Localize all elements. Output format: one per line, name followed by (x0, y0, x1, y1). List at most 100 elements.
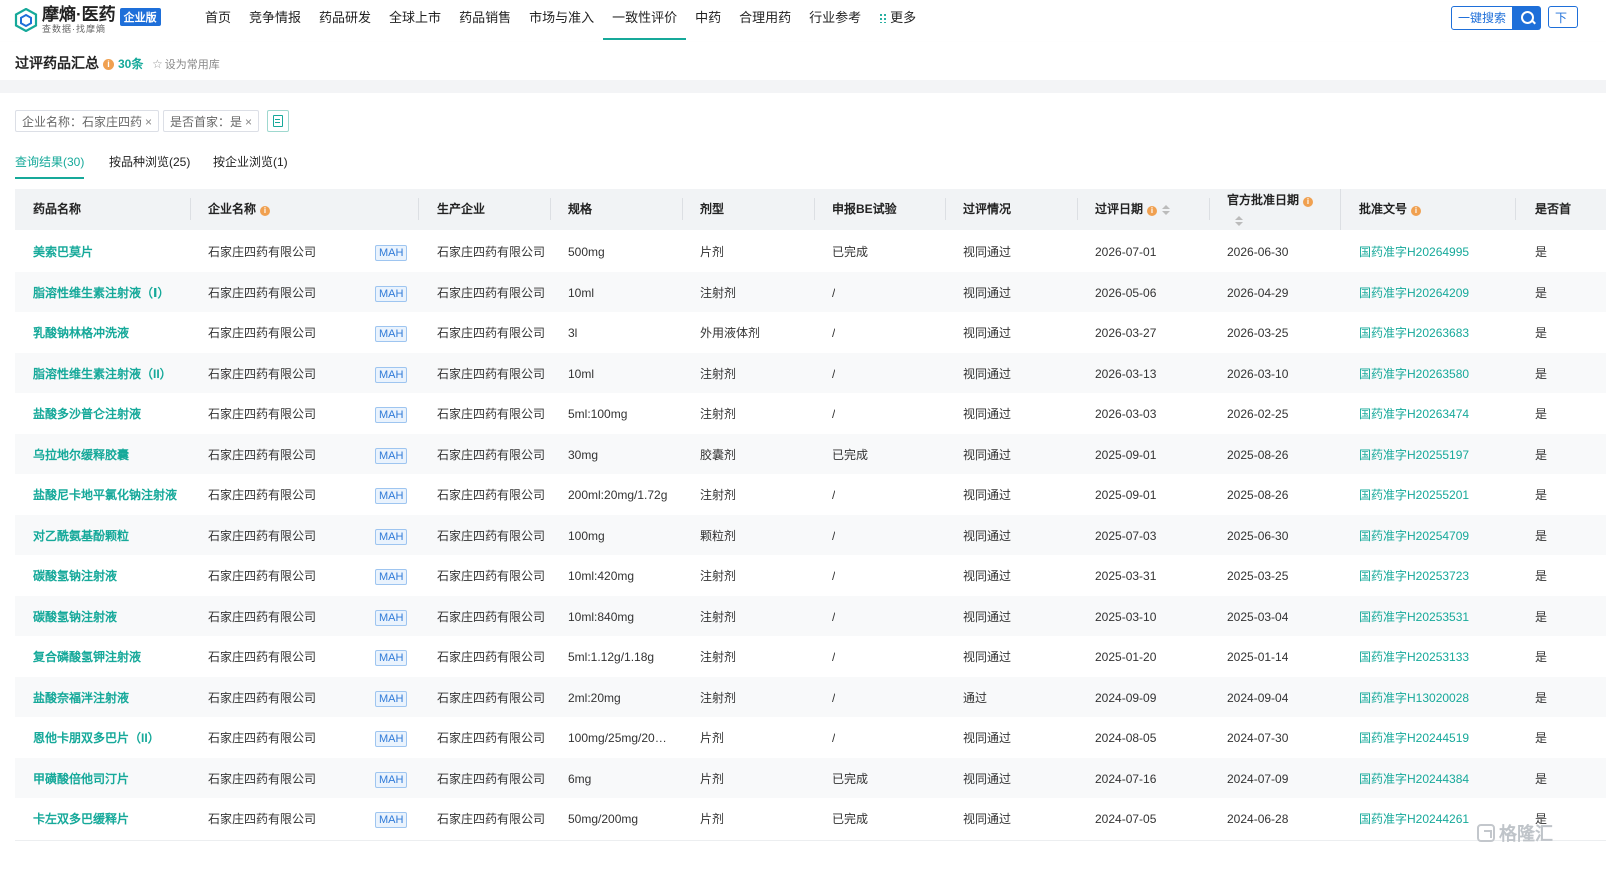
column-divider[interactable] (1209, 198, 1210, 220)
cell-drug-name[interactable]: 脂溶性维生素注射液（II） (33, 353, 172, 394)
column-divider[interactable] (945, 198, 946, 220)
info-icon[interactable]: i (260, 206, 271, 216)
cell-is-first: 是 (1535, 245, 1548, 259)
column-header-status[interactable]: 过评情况 (963, 189, 1011, 230)
table-row[interactable]: 恩他卡朋双多巴片（II） 石家庄四药有限公司 石家庄四药有限公司 100mg/25mg… (15, 717, 1606, 758)
sort-icon[interactable] (1162, 204, 1171, 216)
cell-drug-name[interactable]: 乌拉地尔缓释胶囊 (33, 434, 129, 475)
table-row[interactable]: 对乙酰氨基酚颗粒 石家庄四药有限公司 石家庄四药有限公司 100mg 颗粒剂 / 视同通过 2… (15, 514, 1606, 556)
table-row[interactable]: 脂溶性维生素注射液（Ⅰ） 石家庄四药有限公司 石家庄四药有限公司 10ml 注射剂 / 视同… (15, 271, 1606, 313)
table-row[interactable]: 盐酸多沙普仑注射液 石家庄四药有限公司 石家庄四药有限公司 5ml:100mg 注射剂 /… (15, 393, 1606, 434)
set-favorite-button[interactable]: ☆ 设为常用库 (152, 56, 220, 72)
table-row[interactable]: 乌拉地尔缓释胶囊 石家庄四药有限公司 石家庄四药有限公司 30mg 胶囊剂 已完成 视同通过… (15, 433, 1606, 475)
info-icon[interactable]: i (1411, 206, 1422, 216)
cell-approval-no[interactable]: 国药准字H20264209 (1359, 272, 1469, 313)
table-row[interactable]: 碳酸氢钠注射液 石家庄四药有限公司 石家庄四药有限公司 10ml:420mg 注射剂 / 视… (15, 555, 1606, 596)
column-header-pass-date[interactable]: 过评日期 i (1095, 189, 1171, 230)
cell-drug-name[interactable]: 卡左双多巴缓释片 (33, 798, 129, 839)
nav-item-rnd[interactable]: 药品研发 (310, 0, 380, 40)
cell-approval-no[interactable]: 国药准字H20264995 (1359, 231, 1469, 272)
cell-approval-no[interactable]: 国药准字H20263683 (1359, 312, 1469, 353)
nav-item-market-access[interactable]: 市场与准入 (520, 0, 603, 40)
nav-item-global-launch[interactable]: 全球上市 (380, 0, 450, 40)
filter-tag-company[interactable]: 企业名称：石家庄四药 × (15, 110, 160, 132)
nav-item-consistency-eval[interactable]: 一致性评价 (603, 0, 687, 40)
cell-approval-no[interactable]: 国药准字H20263580 (1359, 353, 1469, 394)
cell-drug-name[interactable]: 对乙酰氨基酚颗粒 (33, 515, 129, 556)
column-header-approve-date[interactable]: 官方批准日期 i (1227, 190, 1314, 231)
cell-approval-no[interactable]: 国药准字H20255197 (1359, 434, 1469, 475)
tab-by-company[interactable]: 按企业浏览(1) (213, 154, 288, 177)
cell-approval-no[interactable]: 国药准字H20244384 (1359, 758, 1469, 799)
column-header-maker[interactable]: 生产企业 (437, 189, 485, 230)
cell-approval-no[interactable]: 国药准字H20253133 (1359, 636, 1469, 677)
cell-spec: 10ml (568, 366, 595, 381)
tab-by-variety[interactable]: 按品种浏览(25) (109, 154, 190, 177)
table-row[interactable]: 碳酸氢钠注射液 石家庄四药有限公司 石家庄四药有限公司 10ml:840mg 注射剂 / 视… (15, 595, 1606, 637)
cell-approval-no[interactable]: 国药准字H20253723 (1359, 555, 1469, 596)
column-header-first[interactable]: 是否首 (1535, 189, 1571, 230)
sort-icon[interactable] (1235, 215, 1243, 227)
cell-drug-name[interactable]: 盐酸多沙普仑注射液 (33, 393, 141, 434)
nav-item-sales[interactable]: 药品销售 (450, 0, 520, 40)
column-divider[interactable] (1077, 198, 1078, 220)
nav-item-tcm[interactable]: 中药 (686, 0, 730, 40)
cell-approval-no[interactable]: 国药准字H13020028 (1359, 677, 1469, 718)
search-icon[interactable] (1513, 6, 1541, 30)
column-divider[interactable] (814, 198, 815, 220)
table-row[interactable]: 复合磷酸氢钾注射液 石家庄四药有限公司 石家庄四药有限公司 5ml:1.12g/1.1… (15, 636, 1606, 677)
brand-logo[interactable]: 摩熵·医药 查数据·找摩熵 企业版 (14, 4, 161, 36)
table-row[interactable]: 乳酸钠林格冲洗液 石家庄四药有限公司 石家庄四药有限公司 3l 外用液体剂 / 视同通过 20… (15, 312, 1606, 353)
column-header-drug[interactable]: 药品名称 (33, 189, 81, 230)
cell-drug-name[interactable]: 乳酸钠林格冲洗液 (33, 312, 129, 353)
table-row[interactable]: 甲磺酸倍他司汀片 石家庄四药有限公司 石家庄四药有限公司 6mg 片剂 已完成 视同通过 20… (15, 757, 1606, 799)
close-icon[interactable]: × (145, 115, 152, 129)
nav-item-competition[interactable]: 竞争情报 (240, 0, 310, 40)
column-divider[interactable] (1515, 198, 1516, 220)
cell-drug-name[interactable]: 恩他卡朋双多巴片（II） (33, 717, 160, 758)
cell-approval-no[interactable]: 国药准字H20253531 (1359, 596, 1469, 637)
table-row[interactable]: 美索巴莫片 石家庄四药有限公司 石家庄四药有限公司 500mg 片剂 已完成 视同通过 202… (15, 231, 1606, 272)
cell-form: 注射剂 (700, 609, 737, 624)
column-divider[interactable] (682, 198, 683, 220)
column-header-be[interactable]: 申报BE试验 (832, 189, 897, 230)
table-row[interactable]: 卡左双多巴缓释片 石家庄四药有限公司 石家庄四药有限公司 50mg/200mg 片剂 已完… (15, 798, 1606, 839)
nav-item-home[interactable]: 首页 (205, 0, 240, 40)
cell-drug-name[interactable]: 碳酸氢钠注射液 (33, 555, 117, 596)
info-icon[interactable]: i (1303, 197, 1314, 207)
column-header-form[interactable]: 剂型 (700, 189, 724, 230)
cell-drug-name[interactable]: 美索巴莫片 (33, 231, 93, 272)
save-filter-icon[interactable] (267, 110, 289, 132)
title-info-icon[interactable]: i (103, 56, 114, 70)
filter-tag-first[interactable]: 是否首家：是 × (163, 110, 260, 132)
nav-item-rational-use[interactable]: 合理用药 (730, 0, 800, 40)
cell-drug-name[interactable]: 碳酸氢钠注射液 (33, 596, 117, 637)
column-header-approval-no[interactable]: 批准文号 i (1359, 189, 1422, 230)
close-icon[interactable]: × (245, 115, 252, 129)
column-divider[interactable] (1340, 189, 1341, 230)
one-click-search-button[interactable]: 一键搜索 (1451, 6, 1513, 30)
column-divider[interactable] (550, 198, 551, 220)
nav-item-more[interactable]: 更多 (870, 0, 925, 40)
cell-drug-name[interactable]: 盐酸尼卡地平氯化钠注射液 (33, 474, 177, 515)
column-divider[interactable] (190, 198, 191, 220)
nav-item-industry[interactable]: 行业参考 (800, 0, 870, 40)
cell-approval-no[interactable]: 国药准字H20244519 (1359, 717, 1469, 758)
column-header-spec[interactable]: 规格 (568, 189, 592, 230)
cell-drug-name[interactable]: 甲磺酸倍他司汀片 (33, 758, 129, 799)
table-row[interactable]: 脂溶性维生素注射液（II） 石家庄四药有限公司 石家庄四药有限公司 10ml 注射剂 / 视… (15, 352, 1606, 394)
cell-approval-no[interactable]: 国药准字H20255201 (1359, 474, 1469, 515)
table-row[interactable]: 盐酸尼卡地平氯化钠注射液 石家庄四药有限公司 石家庄四药有限公司 200ml:20mg… (15, 474, 1606, 515)
cell-drug-name[interactable]: 盐酸奈福泮注射液 (33, 677, 129, 718)
column-divider[interactable] (418, 198, 419, 220)
download-button[interactable]: 下 (1548, 6, 1578, 28)
cell-drug-name[interactable]: 复合磷酸氢钾注射液 (33, 636, 141, 677)
column-header-company[interactable]: 企业名称 i (208, 189, 271, 230)
info-icon[interactable]: i (1147, 206, 1158, 216)
cell-drug-name[interactable]: 脂溶性维生素注射液（Ⅰ） (33, 272, 169, 313)
cell-approval-no[interactable]: 国药准字H20263474 (1359, 393, 1469, 434)
tab-query-results[interactable]: 查询结果(30) (15, 154, 85, 179)
cell-approval-no[interactable]: 国药准字H20244261 (1359, 798, 1469, 839)
cell-approval-no[interactable]: 国药准字H20254709 (1359, 515, 1469, 556)
table-row[interactable]: 盐酸奈福泮注射液 石家庄四药有限公司 石家庄四药有限公司 2ml:20mg 注射剂 / 通过… (15, 676, 1606, 718)
